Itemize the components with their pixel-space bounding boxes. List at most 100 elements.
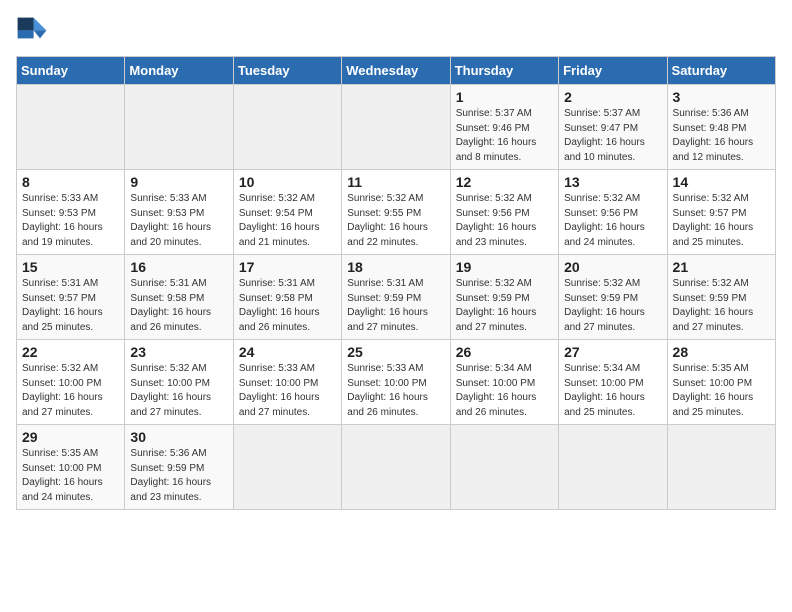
day-detail: Sunrise: 5:35 AMSunset: 10:00 PMDaylight… [673,362,770,420]
day-detail: Sunrise: 5:36 AMSunset: 9:59 PMDaylight:… [130,447,227,505]
calendar-table: SundayMondayTuesdayWednesdayThursdayFrid… [16,56,776,510]
day-detail: Sunrise: 5:32 AMSunset: 10:00 PMDaylight… [130,362,227,420]
header-sunday: Sunday [17,57,125,85]
calendar-cell: 25 Sunrise: 5:33 AMSunset: 10:00 PMDaylig… [342,340,450,425]
day-detail: Sunrise: 5:32 AMSunset: 9:56 PMDaylight:… [564,192,661,250]
day-detail: Sunrise: 5:34 AMSunset: 10:00 PMDaylight… [564,362,661,420]
day-detail: Sunrise: 5:32 AMSunset: 9:57 PMDaylight:… [673,192,770,250]
calendar-cell: 27 Sunrise: 5:34 AMSunset: 10:00 PMDaylig… [559,340,667,425]
day-detail: Sunrise: 5:32 AMSunset: 9:56 PMDaylight:… [456,192,553,250]
calendar-cell: 24 Sunrise: 5:33 AMSunset: 10:00 PMDaylig… [233,340,341,425]
calendar-cell: 20 Sunrise: 5:32 AMSunset: 9:59 PMDayligh… [559,255,667,340]
day-number: 3 [673,89,770,105]
calendar-cell: 19 Sunrise: 5:32 AMSunset: 9:59 PMDayligh… [450,255,558,340]
day-number: 10 [239,174,336,190]
logo-icon [16,16,48,44]
day-number: 30 [130,429,227,445]
calendar-cell: 15 Sunrise: 5:31 AMSunset: 9:57 PMDayligh… [17,255,125,340]
day-number: 12 [456,174,553,190]
calendar-cell: 2 Sunrise: 5:37 AMSunset: 9:47 PMDaylight… [559,85,667,170]
day-number: 11 [347,174,444,190]
day-detail: Sunrise: 5:33 AMSunset: 10:00 PMDaylight… [239,362,336,420]
calendar-cell: 10 Sunrise: 5:32 AMSunset: 9:54 PMDayligh… [233,170,341,255]
header-saturday: Saturday [667,57,775,85]
calendar-cell: 13 Sunrise: 5:32 AMSunset: 9:56 PMDayligh… [559,170,667,255]
day-number: 27 [564,344,661,360]
day-detail: Sunrise: 5:33 AMSunset: 10:00 PMDaylight… [347,362,444,420]
day-number: 29 [22,429,119,445]
day-detail: Sunrise: 5:32 AMSunset: 9:59 PMDaylight:… [564,277,661,335]
calendar-cell: 22 Sunrise: 5:32 AMSunset: 10:00 PMDaylig… [17,340,125,425]
day-number: 14 [673,174,770,190]
day-detail: Sunrise: 5:33 AMSunset: 9:53 PMDaylight:… [22,192,119,250]
day-detail: Sunrise: 5:34 AMSunset: 10:00 PMDaylight… [456,362,553,420]
day-number: 26 [456,344,553,360]
day-detail: Sunrise: 5:32 AMSunset: 9:59 PMDaylight:… [456,277,553,335]
day-detail: Sunrise: 5:37 AMSunset: 9:46 PMDaylight:… [456,107,553,165]
day-detail: Sunrise: 5:37 AMSunset: 9:47 PMDaylight:… [564,107,661,165]
day-number: 9 [130,174,227,190]
calendar-cell [450,425,558,510]
calendar-cell: 29 Sunrise: 5:35 AMSunset: 10:00 PMDaylig… [17,425,125,510]
calendar-cell: 1 Sunrise: 5:37 AMSunset: 9:46 PMDaylight… [450,85,558,170]
calendar-cell: 12 Sunrise: 5:32 AMSunset: 9:56 PMDayligh… [450,170,558,255]
calendar-cell: 14 Sunrise: 5:32 AMSunset: 9:57 PMDayligh… [667,170,775,255]
calendar-cell: 9 Sunrise: 5:33 AMSunset: 9:53 PMDaylight… [125,170,233,255]
calendar-cell: 8 Sunrise: 5:33 AMSunset: 9:53 PMDaylight… [17,170,125,255]
day-detail: Sunrise: 5:35 AMSunset: 10:00 PMDaylight… [22,447,119,505]
day-number: 15 [22,259,119,275]
day-detail: Sunrise: 5:32 AMSunset: 9:55 PMDaylight:… [347,192,444,250]
day-number: 22 [22,344,119,360]
day-detail: Sunrise: 5:32 AMSunset: 9:59 PMDaylight:… [673,277,770,335]
logo [16,16,52,44]
calendar-week-row: 8 Sunrise: 5:33 AMSunset: 9:53 PMDaylight… [17,170,776,255]
day-detail: Sunrise: 5:32 AMSunset: 9:54 PMDaylight:… [239,192,336,250]
day-detail: Sunrise: 5:36 AMSunset: 9:48 PMDaylight:… [673,107,770,165]
calendar-week-row: 29 Sunrise: 5:35 AMSunset: 10:00 PMDaylig… [17,425,776,510]
day-detail: Sunrise: 5:33 AMSunset: 9:53 PMDaylight:… [130,192,227,250]
calendar-cell [667,425,775,510]
calendar-cell [125,85,233,170]
header-thursday: Thursday [450,57,558,85]
day-number: 20 [564,259,661,275]
calendar-cell: 16 Sunrise: 5:31 AMSunset: 9:58 PMDayligh… [125,255,233,340]
calendar-cell: 26 Sunrise: 5:34 AMSunset: 10:00 PMDaylig… [450,340,558,425]
day-detail: Sunrise: 5:32 AMSunset: 10:00 PMDaylight… [22,362,119,420]
day-number: 8 [22,174,119,190]
calendar-cell: 3 Sunrise: 5:36 AMSunset: 9:48 PMDaylight… [667,85,775,170]
calendar-cell [342,85,450,170]
header-friday: Friday [559,57,667,85]
calendar-cell: 23 Sunrise: 5:32 AMSunset: 10:00 PMDaylig… [125,340,233,425]
calendar-cell: 11 Sunrise: 5:32 AMSunset: 9:55 PMDayligh… [342,170,450,255]
calendar-week-row: 22 Sunrise: 5:32 AMSunset: 10:00 PMDaylig… [17,340,776,425]
calendar-week-row: 15 Sunrise: 5:31 AMSunset: 9:57 PMDayligh… [17,255,776,340]
day-number: 25 [347,344,444,360]
calendar-cell: 30 Sunrise: 5:36 AMSunset: 9:59 PMDayligh… [125,425,233,510]
calendar-cell: 21 Sunrise: 5:32 AMSunset: 9:59 PMDayligh… [667,255,775,340]
day-number: 17 [239,259,336,275]
day-number: 1 [456,89,553,105]
day-detail: Sunrise: 5:31 AMSunset: 9:57 PMDaylight:… [22,277,119,335]
calendar-cell: 17 Sunrise: 5:31 AMSunset: 9:58 PMDayligh… [233,255,341,340]
calendar-header-row: SundayMondayTuesdayWednesdayThursdayFrid… [17,57,776,85]
day-number: 13 [564,174,661,190]
day-detail: Sunrise: 5:31 AMSunset: 9:59 PMDaylight:… [347,277,444,335]
day-number: 19 [456,259,553,275]
day-detail: Sunrise: 5:31 AMSunset: 9:58 PMDaylight:… [239,277,336,335]
calendar-week-row: 1 Sunrise: 5:37 AMSunset: 9:46 PMDaylight… [17,85,776,170]
day-number: 28 [673,344,770,360]
day-number: 24 [239,344,336,360]
day-number: 23 [130,344,227,360]
calendar-cell [17,85,125,170]
day-number: 16 [130,259,227,275]
page-header [16,16,776,44]
calendar-cell: 18Sunrise: 5:31 AMSunset: 9:59 PMDayligh… [342,255,450,340]
day-number: 21 [673,259,770,275]
calendar-cell [559,425,667,510]
day-detail: Sunrise: 5:31 AMSunset: 9:58 PMDaylight:… [130,277,227,335]
day-number: 2 [564,89,661,105]
calendar-cell [233,425,341,510]
calendar-cell [233,85,341,170]
header-tuesday: Tuesday [233,57,341,85]
header-monday: Monday [125,57,233,85]
